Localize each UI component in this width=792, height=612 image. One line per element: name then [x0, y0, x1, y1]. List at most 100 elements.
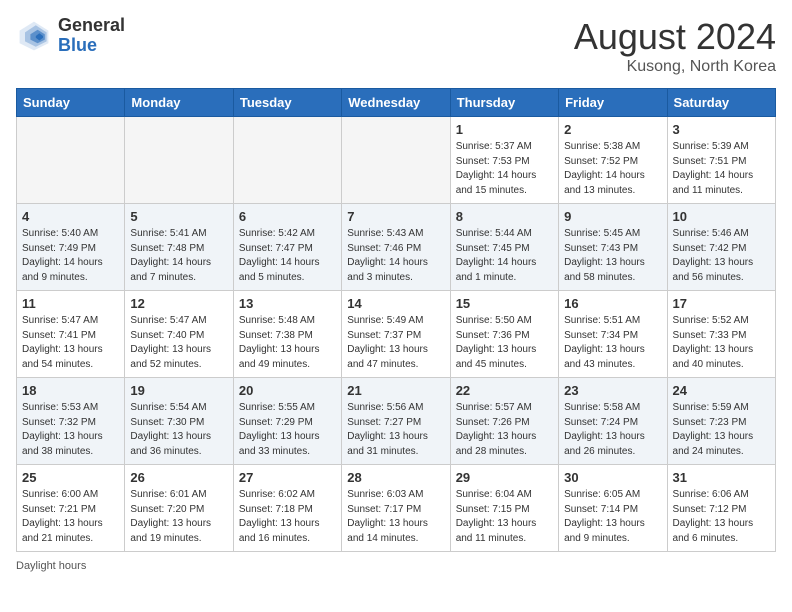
- day-number: 12: [130, 296, 227, 311]
- day-number: 26: [130, 470, 227, 485]
- calendar-cell: [342, 117, 450, 204]
- day-info: Sunrise: 5:46 AM Sunset: 7:42 PM Dayligh…: [673, 227, 770, 285]
- day-info: Sunrise: 5:59 AM Sunset: 7:23 PM Dayligh…: [673, 401, 770, 459]
- location-subtitle: Kusong, North Korea: [574, 58, 776, 76]
- calendar-cell: 15 Sunrise: 5:50 AM Sunset: 7:36 PM Dayli…: [450, 291, 558, 378]
- daylight-label: Daylight hours: [16, 560, 86, 572]
- day-info: Sunrise: 5:51 AM Sunset: 7:34 PM Dayligh…: [564, 314, 661, 372]
- day-number: 23: [564, 383, 661, 398]
- calendar-cell: 6Sunrise: 5:42 AM Sunset: 7:47 PM Daylig…: [233, 204, 341, 291]
- day-info: Sunrise: 5:52 AM Sunset: 7:33 PM Dayligh…: [673, 314, 770, 372]
- calendar-cell: 17Sunrise: 5:52 AM Sunset: 7:33 PM Dayli…: [667, 291, 775, 378]
- calendar-cell: 2Sunrise: 5:38 AM Sunset: 7:52 PM Daylig…: [559, 117, 667, 204]
- day-number: 20: [239, 383, 336, 398]
- calendar-cell: [233, 117, 341, 204]
- month-title: August 2024: [574, 16, 776, 58]
- calendar-cell: 9 Sunrise: 5:45 AM Sunset: 7:43 PM Daylig…: [559, 204, 667, 291]
- column-header-sunday: Sunday: [17, 89, 125, 117]
- day-number: 13: [239, 296, 336, 311]
- calendar-cell: 22Sunrise: 5:57 AM Sunset: 7:26 PM Dayli…: [450, 378, 558, 465]
- day-info: Sunrise: 5:57 AM Sunset: 7:26 PM Dayligh…: [456, 401, 553, 459]
- calendar-cell: 20 Sunrise: 5:55 AM Sunset: 7:29 PM Dayli…: [233, 378, 341, 465]
- calendar-cell: 25 Sunrise: 6:00 AM Sunset: 7:21 PM Dayli…: [17, 465, 125, 552]
- day-info: Sunrise: 6:05 AM Sunset: 7:14 PM Dayligh…: [564, 488, 661, 546]
- day-number: 8: [456, 209, 553, 224]
- day-info: Sunrise: 6:04 AM Sunset: 7:15 PM Dayligh…: [456, 488, 553, 546]
- calendar-cell: [17, 117, 125, 204]
- day-info: Sunrise: 6:06 AM Sunset: 7:12 PM Dayligh…: [673, 488, 770, 546]
- calendar-cell: 14 Sunrise: 5:49 AM Sunset: 7:37 PM Dayli…: [342, 291, 450, 378]
- calendar-cell: 3 Sunrise: 5:39 AM Sunset: 7:51 PM Daylig…: [667, 117, 775, 204]
- calendar-cell: 5Sunrise: 5:41 AM Sunset: 7:48 PM Daylig…: [125, 204, 233, 291]
- day-number: 9: [564, 209, 661, 224]
- day-number: 29: [456, 470, 553, 485]
- calendar-cell: 8 Sunrise: 5:44 AM Sunset: 7:45 PM Daylig…: [450, 204, 558, 291]
- day-number: 31: [673, 470, 770, 485]
- title-block: August 2024 Kusong, North Korea: [574, 16, 776, 76]
- day-number: 6: [239, 209, 336, 224]
- calendar-cell: 31 Sunrise: 6:06 AM Sunset: 7:12 PM Dayli…: [667, 465, 775, 552]
- calendar-cell: 30Sunrise: 6:05 AM Sunset: 7:14 PM Dayli…: [559, 465, 667, 552]
- day-info: Sunrise: 5:49 AM Sunset: 7:37 PM Dayligh…: [347, 314, 444, 372]
- calendar-cell: 26Sunrise: 6:01 AM Sunset: 7:20 PM Dayli…: [125, 465, 233, 552]
- calendar-cell: 16 Sunrise: 5:51 AM Sunset: 7:34 PM Dayli…: [559, 291, 667, 378]
- footer: Daylight hours: [16, 560, 776, 572]
- day-info: Sunrise: 5:53 AM Sunset: 7:32 PM Dayligh…: [22, 401, 119, 459]
- day-number: 1: [456, 122, 553, 137]
- calendar-cell: 4Sunrise: 5:40 AM Sunset: 7:49 PM Daylig…: [17, 204, 125, 291]
- day-number: 25: [22, 470, 119, 485]
- day-info: Sunrise: 5:40 AM Sunset: 7:49 PM Dayligh…: [22, 227, 119, 285]
- week-row-2: 4Sunrise: 5:40 AM Sunset: 7:49 PM Daylig…: [17, 204, 776, 291]
- day-number: 15: [456, 296, 553, 311]
- calendar-cell: 12 Sunrise: 5:47 AM Sunset: 7:40 PM Dayli…: [125, 291, 233, 378]
- calendar-cell: 18 Sunrise: 5:53 AM Sunset: 7:32 PM Dayli…: [17, 378, 125, 465]
- day-info: Sunrise: 5:58 AM Sunset: 7:24 PM Dayligh…: [564, 401, 661, 459]
- day-info: Sunrise: 5:47 AM Sunset: 7:40 PM Dayligh…: [130, 314, 227, 372]
- day-number: 3: [673, 122, 770, 137]
- day-number: 14: [347, 296, 444, 311]
- day-info: Sunrise: 5:38 AM Sunset: 7:52 PM Dayligh…: [564, 140, 661, 198]
- day-number: 27: [239, 470, 336, 485]
- day-info: Sunrise: 5:55 AM Sunset: 7:29 PM Dayligh…: [239, 401, 336, 459]
- week-row-1: 1Sunrise: 5:37 AM Sunset: 7:53 PM Daylig…: [17, 117, 776, 204]
- day-number: 19: [130, 383, 227, 398]
- day-number: 24: [673, 383, 770, 398]
- day-info: Sunrise: 6:03 AM Sunset: 7:17 PM Dayligh…: [347, 488, 444, 546]
- calendar-cell: 27 Sunrise: 6:02 AM Sunset: 7:18 PM Dayli…: [233, 465, 341, 552]
- calendar-cell: 24 Sunrise: 5:59 AM Sunset: 7:23 PM Dayli…: [667, 378, 775, 465]
- page-header: General Blue August 2024 Kusong, North K…: [16, 16, 776, 76]
- day-number: 5: [130, 209, 227, 224]
- day-info: Sunrise: 5:45 AM Sunset: 7:43 PM Dayligh…: [564, 227, 661, 285]
- week-row-5: 25 Sunrise: 6:00 AM Sunset: 7:21 PM Dayli…: [17, 465, 776, 552]
- calendar-cell: 1Sunrise: 5:37 AM Sunset: 7:53 PM Daylig…: [450, 117, 558, 204]
- logo: General Blue: [16, 16, 125, 56]
- calendar-cell: 28 Sunrise: 6:03 AM Sunset: 7:17 PM Dayli…: [342, 465, 450, 552]
- column-header-thursday: Thursday: [450, 89, 558, 117]
- day-number: 10: [673, 209, 770, 224]
- column-header-monday: Monday: [125, 89, 233, 117]
- day-info: Sunrise: 6:02 AM Sunset: 7:18 PM Dayligh…: [239, 488, 336, 546]
- calendar-cell: 7Sunrise: 5:43 AM Sunset: 7:46 PM Daylig…: [342, 204, 450, 291]
- day-info: Sunrise: 5:47 AM Sunset: 7:41 PM Dayligh…: [22, 314, 119, 372]
- column-header-saturday: Saturday: [667, 89, 775, 117]
- day-number: 7: [347, 209, 444, 224]
- logo-blue: Blue: [58, 35, 97, 55]
- column-header-friday: Friday: [559, 89, 667, 117]
- week-row-3: 11Sunrise: 5:47 AM Sunset: 7:41 PM Dayli…: [17, 291, 776, 378]
- calendar-cell: 29 Sunrise: 6:04 AM Sunset: 7:15 PM Dayli…: [450, 465, 558, 552]
- day-info: Sunrise: 5:39 AM Sunset: 7:51 PM Dayligh…: [673, 140, 770, 198]
- day-info: Sunrise: 5:56 AM Sunset: 7:27 PM Dayligh…: [347, 401, 444, 459]
- day-info: Sunrise: 5:50 AM Sunset: 7:36 PM Dayligh…: [456, 314, 553, 372]
- day-number: 16: [564, 296, 661, 311]
- day-info: Sunrise: 5:44 AM Sunset: 7:45 PM Dayligh…: [456, 227, 553, 285]
- day-info: Sunrise: 5:54 AM Sunset: 7:30 PM Dayligh…: [130, 401, 227, 459]
- day-number: 28: [347, 470, 444, 485]
- day-info: Sunrise: 6:00 AM Sunset: 7:21 PM Dayligh…: [22, 488, 119, 546]
- column-header-tuesday: Tuesday: [233, 89, 341, 117]
- calendar-cell: 10 Sunrise: 5:46 AM Sunset: 7:42 PM Dayli…: [667, 204, 775, 291]
- day-number: 18: [22, 383, 119, 398]
- calendar-cell: 21Sunrise: 5:56 AM Sunset: 7:27 PM Dayli…: [342, 378, 450, 465]
- calendar-cell: 19 Sunrise: 5:54 AM Sunset: 7:30 PM Dayli…: [125, 378, 233, 465]
- calendar-cell: 23 Sunrise: 5:58 AM Sunset: 7:24 PM Dayli…: [559, 378, 667, 465]
- column-header-wednesday: Wednesday: [342, 89, 450, 117]
